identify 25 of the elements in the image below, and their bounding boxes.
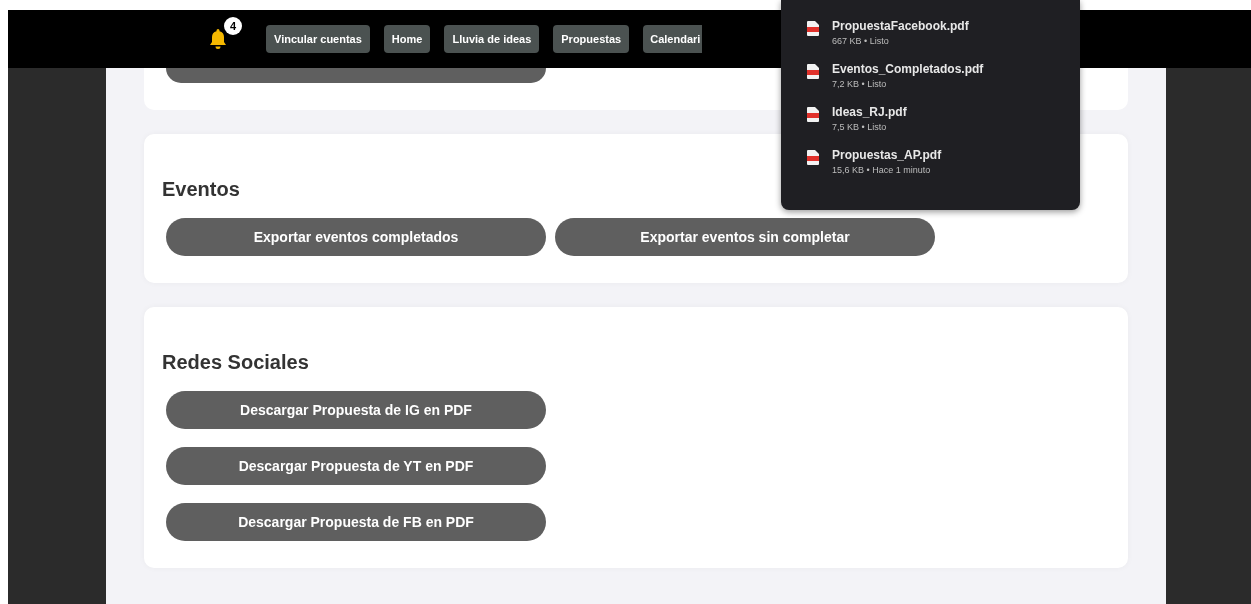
export-button[interactable]: Descargar Propuesta de FB en PDF	[166, 503, 546, 541]
file-details: 7,2 KB • Listo	[832, 78, 888, 91]
nav-link[interactable]: Vincular cuentas	[266, 25, 370, 53]
section-heading: Redes Sociales	[162, 350, 310, 375]
export-button[interactable]: Exportar eventos completados	[166, 218, 546, 256]
file-details: 667 KB • Listo	[832, 35, 890, 48]
nav-link[interactable]: Calendari	[643, 25, 703, 53]
pdf-file-icon	[807, 107, 819, 122]
notification-badge: 4	[224, 17, 242, 35]
export-button[interactable]: Descargar Propuesta de IG en PDF	[166, 391, 546, 429]
nav-link[interactable]: Lluvia de ideas	[444, 25, 540, 53]
file-name[interactable]: PropuestaFacebook.pdf	[832, 18, 969, 34]
pdf-file-icon	[807, 64, 819, 79]
pdf-file-icon	[807, 21, 819, 36]
file-details: 15,6 KB • Hace 1 minuto	[832, 164, 932, 177]
file-name[interactable]: Eventos_Completados.pdf	[832, 61, 984, 77]
export-button[interactable]: Descargar Propuesta de YT en PDF	[166, 447, 546, 485]
file-details: 7,5 KB • Listo	[832, 121, 888, 134]
section-heading: Eventos	[162, 177, 241, 202]
file-name[interactable]: Propuestas_AP.pdf	[832, 147, 942, 163]
export-button[interactable]: Exportar eventos sin completar	[555, 218, 935, 256]
pdf-file-icon	[807, 150, 819, 165]
file-name[interactable]: Ideas_RJ.pdf	[832, 104, 907, 120]
nav-link[interactable]: Propuestas	[553, 25, 630, 53]
nav-link[interactable]: Home	[383, 25, 431, 53]
